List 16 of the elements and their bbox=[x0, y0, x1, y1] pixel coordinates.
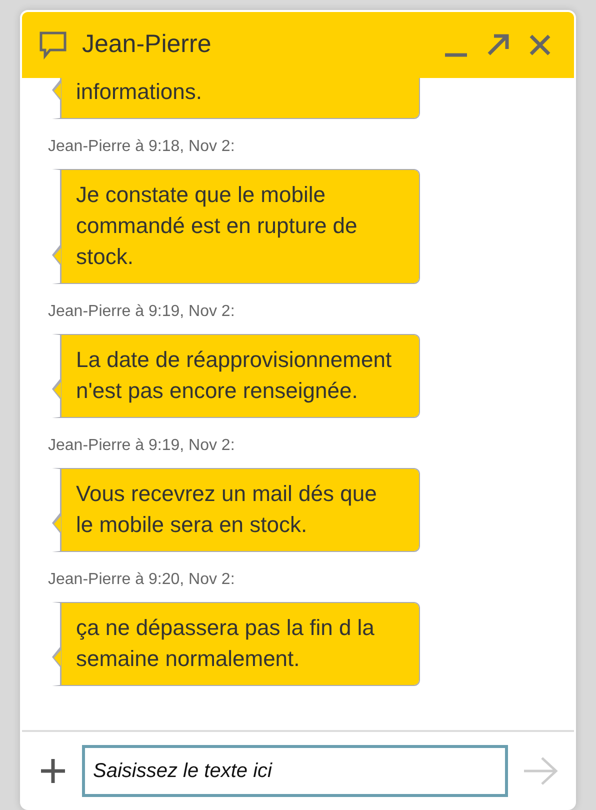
message-bubble: Vous recevrez un mail dés que le mobile sera en stock. bbox=[52, 468, 420, 552]
message-bubble: La date de réapprovisionnement n'est pas encore renseignée. bbox=[52, 334, 420, 418]
message-timestamp: Jean-Pierre à 9:18, Nov 2: bbox=[48, 137, 236, 157]
message-bubble: informations. bbox=[52, 78, 420, 119]
message-timestamp: Jean-Pierre à 9:19, Nov 2: bbox=[48, 302, 236, 322]
arrow-icon bbox=[522, 756, 558, 786]
chat-bubble-icon bbox=[38, 30, 68, 60]
add-icon[interactable] bbox=[38, 756, 68, 786]
minimize-button[interactable] bbox=[442, 53, 470, 57]
message-timestamp: Jean-Pierre à 9:19, Nov 2: bbox=[48, 436, 236, 456]
message-bubble: Je constate que le mobile commandé est en rupture de stock. bbox=[52, 169, 420, 284]
message-bubble: ça ne dépassera pas la fin d la semaine normalement. bbox=[52, 602, 420, 686]
window-title: Jean-Pierre bbox=[82, 29, 212, 60]
message-input[interactable]: Saisissez le texte ici bbox=[82, 745, 508, 797]
message-timestamp: Jean-Pierre à 9:20, Nov 2: bbox=[48, 570, 236, 590]
minimize-icon bbox=[442, 53, 470, 57]
